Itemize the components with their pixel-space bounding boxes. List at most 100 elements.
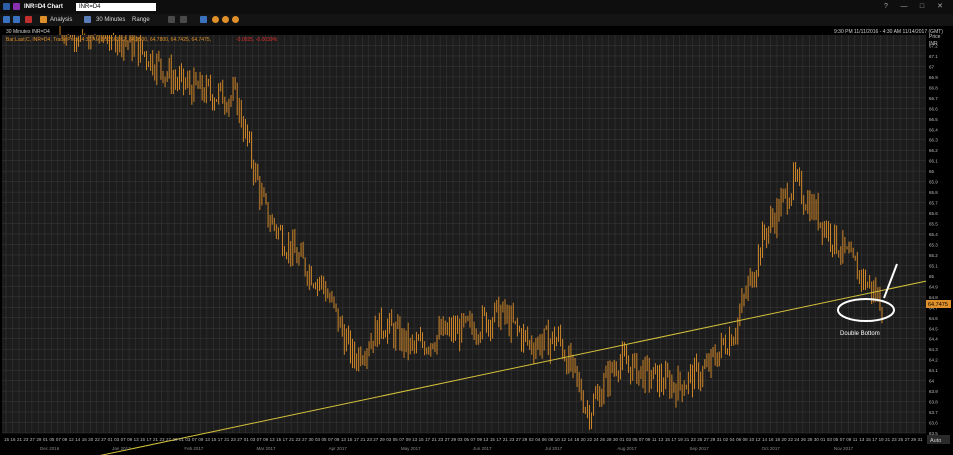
maximize-icon[interactable]: □ [918,3,926,11]
month-label: Aug 2017 [617,446,637,451]
time-tick-label: 15 [665,437,671,442]
price-chart[interactable]: Double Bottom 30 Minutes INR=D4 Bar;Last… [0,26,953,455]
time-tick-label: 27 [166,437,172,442]
time-tick-label: 30 [613,437,619,442]
time-tick-label: 27 [516,437,522,442]
time-tick-label: 21 [684,437,690,442]
time-tick-label: 26 [801,437,807,442]
time-tick-label: 21 [153,437,159,442]
month-label: Oct 2017 [762,446,781,451]
app-menu-icon[interactable] [3,3,10,10]
price-tick-label: 66.4 [929,127,938,132]
price-axis-title: Price [929,34,941,40]
time-tick-label: 17 [147,437,153,442]
price-tick-label: 64.1 [929,368,938,373]
legend-series-change: -0.0025, -0.0039% [236,37,278,43]
annotation-label: Double Bottom [840,331,880,337]
time-tick-label: 03 [114,437,120,442]
month-label: Mar 2017 [257,446,277,451]
range-menu[interactable]: Range [132,14,150,26]
analysis-menu[interactable]: Analysis [50,14,72,26]
price-tick-label: 66.8 [929,85,938,90]
time-tick-label: 26 [600,437,606,442]
minimize-icon[interactable]: — [900,3,908,11]
price-tick-label: 63.6 [929,421,938,426]
month-label: Jan 2017 [112,446,131,451]
time-tick-label: 06 [542,437,548,442]
time-tick-label: 20 [581,437,587,442]
time-tick-label: 27 [704,437,710,442]
price-tick-label: 65.1 [929,263,938,268]
price-tick-label: 65.5 [929,222,938,227]
time-tick-label: 05 [393,437,399,442]
refresh-icon[interactable] [13,16,20,23]
time-tick-label: 09 [62,437,68,442]
time-tick-label: 27 [302,437,308,442]
draw-icon[interactable] [212,16,219,23]
time-tick-label: 17 [354,437,360,442]
time-axis-ticks: 15 16 21 23 27 29 01 05 07 09 12 14 16 20 22 27 01 03 07 09… [4,437,923,442]
time-tick-label: 10 [555,437,561,442]
time-tick-label: 23 [159,437,165,442]
price-tick-label: 65.9 [929,180,938,185]
time-tick-label: 14 [568,437,574,442]
symbol-input[interactable]: INR=D4 [76,3,156,11]
print-icon[interactable] [232,16,239,23]
time-tick-label: 07 [121,437,127,442]
price-tick-label: 64.8 [929,295,938,300]
price-tick-label: 63.8 [929,400,938,405]
time-tick-label: 03 [827,437,833,442]
price-tick-label: 65.7 [929,201,938,206]
price-tick-label: 65 [929,274,935,279]
time-tick-label: 01 [43,437,49,442]
time-tick-label: 05 [632,437,638,442]
price-tick-label: 64 [929,379,935,384]
time-tick-label: 27 [30,437,36,442]
chart-type-icon[interactable] [25,16,32,23]
time-tick-label: 31 [717,437,723,442]
time-tick-label: 15 [490,437,496,442]
price-tick-label: 67.1 [929,54,938,59]
time-tick-label: 15 [866,437,872,442]
price-tick-label: 64.9 [929,284,938,289]
zoom-icon[interactable] [222,16,229,23]
time-tick-label: 17 [425,437,431,442]
time-tick-label: 19 [879,437,885,442]
analysis-icon[interactable] [40,16,47,23]
time-tick-label: 16 [10,437,16,442]
time-tick-label: 21 [885,437,891,442]
close-icon[interactable]: ✕ [936,3,944,11]
time-tick-label: 01 [820,437,826,442]
time-tick-label: 27 [445,437,451,442]
time-tick-label: 16 [82,437,88,442]
time-tick-label: 11 [853,437,858,442]
time-tick-label: 04 [730,437,736,442]
save-icon[interactable] [200,16,207,23]
time-tick-label: 22 [788,437,794,442]
interval-menu[interactable]: 30 Minutes [96,14,125,26]
time-tick-label: 23 [892,437,898,442]
price-tick-label: 65.3 [929,242,938,247]
price-tick-label: 64.6 [929,316,938,321]
time-tick-label: 09 [406,437,412,442]
time-tick-label: 22 [587,437,593,442]
time-tick-label: 27 [373,437,379,442]
time-tick-label: 12 [69,437,75,442]
price-tick-label: 63.9 [929,389,938,394]
time-tick-label: 01 [619,437,625,442]
time-tick-label: 17 [218,437,224,442]
table-icon[interactable] [3,16,10,23]
price-tick-label: 65.6 [929,211,938,216]
time-tick-label: 23 [438,437,444,442]
settings-icon[interactable] [180,16,187,23]
time-tick-label: 08 [743,437,749,442]
price-tick-label: 66.3 [929,138,938,143]
help-icon[interactable]: ? [882,3,890,11]
interval-icon[interactable] [84,16,91,23]
time-tick-label: 15 [211,437,217,442]
time-tick-label: 11 [652,437,657,442]
link-icon[interactable] [13,3,20,10]
time-tick-label: 30 [309,437,315,442]
time-tick-label: 03 [250,437,256,442]
range-icon[interactable] [168,16,175,23]
